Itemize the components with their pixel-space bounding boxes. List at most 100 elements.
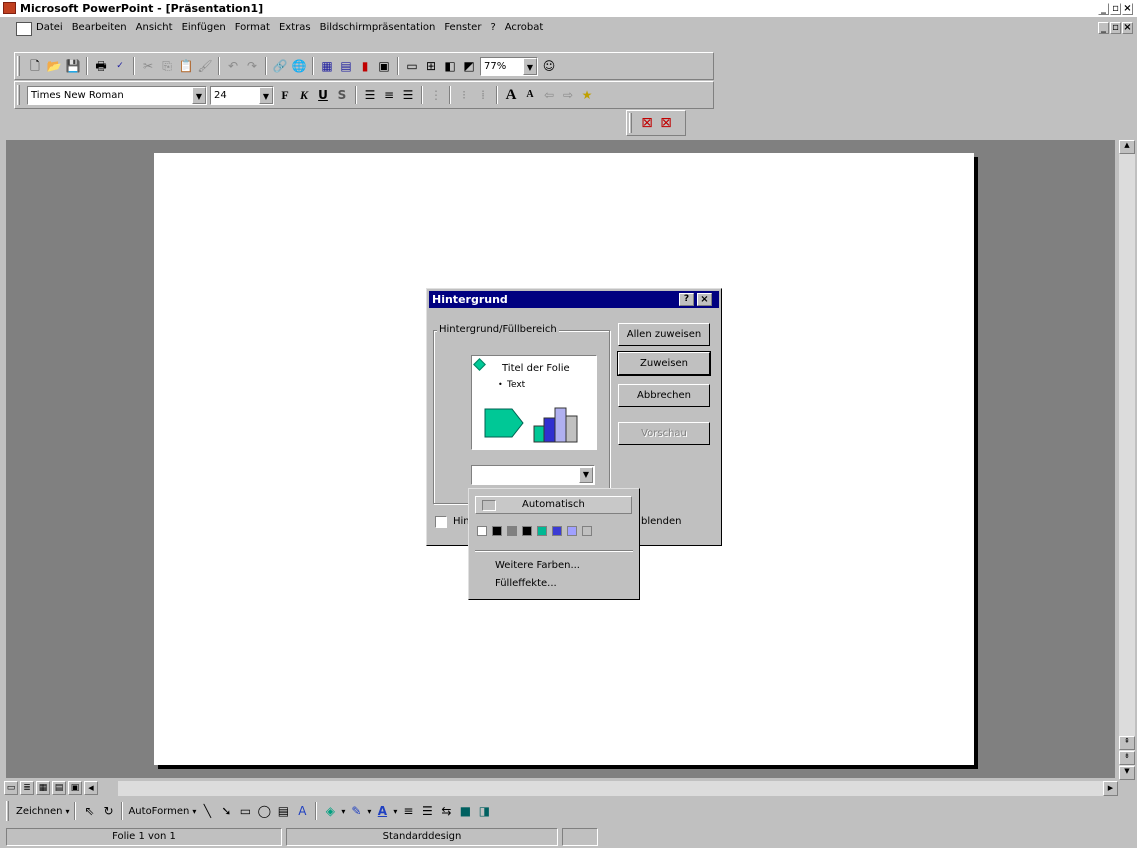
italic-button[interactable]: K bbox=[296, 87, 312, 103]
toolbar-handle[interactable] bbox=[6, 801, 9, 821]
expand-slide-icon[interactable]: ▭ bbox=[404, 58, 420, 74]
font-color-icon[interactable]: A bbox=[374, 803, 390, 819]
bullets-icon[interactable]: ⁝ bbox=[456, 87, 472, 103]
arrow-style-icon[interactable]: ⇆ bbox=[438, 803, 454, 819]
preview-button[interactable]: Vorschau bbox=[618, 422, 710, 445]
insert-table-icon[interactable]: ▦ bbox=[319, 58, 335, 74]
animation-effects-icon[interactable]: ★ bbox=[579, 87, 595, 103]
normal-view-icon[interactable]: ▭ bbox=[4, 781, 18, 795]
scroll-left-icon[interactable]: ◀ bbox=[84, 781, 98, 795]
copy-icon[interactable]: ⎘ bbox=[159, 58, 175, 74]
rectangle-tool-icon[interactable]: ▭ bbox=[237, 803, 253, 819]
decrease-font-icon[interactable]: A bbox=[522, 87, 538, 103]
wordart-icon[interactable]: A bbox=[294, 803, 310, 819]
doc-close-button[interactable]: × bbox=[1122, 22, 1133, 34]
align-right-icon[interactable]: ☰ bbox=[400, 87, 416, 103]
dash-style-icon[interactable]: ☰ bbox=[419, 803, 435, 819]
menu-datei[interactable]: Datei bbox=[36, 22, 63, 33]
help-button[interactable]: ? bbox=[679, 293, 694, 306]
open-folder-icon[interactable]: 📂 bbox=[46, 58, 62, 74]
3d-icon[interactable]: ◨ bbox=[476, 803, 492, 819]
chevron-down-icon[interactable]: ▼ bbox=[523, 57, 537, 75]
restore-button[interactable]: ▫ bbox=[1110, 3, 1121, 15]
vertical-scrollbar[interactable]: ▲ ⇞ ⇟ ▼ bbox=[1119, 140, 1135, 780]
outline-view-icon[interactable]: ≣ bbox=[20, 781, 34, 795]
color-swatch[interactable] bbox=[522, 526, 532, 536]
color-swatch[interactable] bbox=[567, 526, 577, 536]
chevron-down-icon[interactable]: ▼ bbox=[579, 467, 593, 483]
hide-master-graphics-checkbox[interactable] bbox=[435, 516, 447, 528]
chevron-down-icon[interactable]: ▼ bbox=[192, 86, 206, 104]
menu-format[interactable]: Format bbox=[235, 22, 270, 33]
chevron-down-icon[interactable]: ▾ bbox=[393, 807, 397, 816]
slide-view-icon[interactable]: ▦ bbox=[36, 781, 50, 795]
paste-icon[interactable]: 📋 bbox=[178, 58, 194, 74]
new-document-icon[interactable]: 🗋 bbox=[27, 58, 43, 74]
bold-button[interactable]: F bbox=[277, 87, 293, 103]
scroll-down-icon[interactable]: ▼ bbox=[1119, 766, 1135, 780]
line-style-icon[interactable]: ≡ bbox=[400, 803, 416, 819]
zoom-icon[interactable]: ◩ bbox=[461, 58, 477, 74]
color-swatch[interactable] bbox=[477, 526, 487, 536]
spacing-icon[interactable]: ⁞ bbox=[475, 87, 491, 103]
document-icon[interactable] bbox=[16, 22, 32, 36]
apply-all-button[interactable]: Allen zuweisen bbox=[618, 323, 710, 346]
menu-fenster[interactable]: Fenster bbox=[444, 22, 481, 33]
font-combo[interactable]: Times New Roman ▼ bbox=[27, 85, 207, 105]
pdf-email-icon[interactable]: ⊠ bbox=[658, 115, 674, 131]
increase-font-icon[interactable]: A bbox=[503, 87, 519, 103]
doc-minimize-button[interactable]: _ bbox=[1098, 22, 1109, 34]
fill-color-icon[interactable]: ◈ bbox=[322, 803, 338, 819]
spellcheck-icon[interactable]: ✓ bbox=[112, 58, 128, 74]
show-formatting-icon[interactable]: ⊞ bbox=[423, 58, 439, 74]
toolbar-handle[interactable] bbox=[17, 56, 20, 76]
toolbar-handle[interactable] bbox=[17, 85, 20, 105]
promote-icon[interactable]: ⇦ bbox=[541, 87, 557, 103]
print-icon[interactable]: 🖶 bbox=[93, 58, 109, 74]
select-pointer-icon[interactable]: ⇖ bbox=[81, 803, 97, 819]
close-button[interactable]: × bbox=[1122, 3, 1133, 15]
menu-acrobat[interactable]: Acrobat bbox=[505, 22, 544, 33]
scroll-up-icon[interactable]: ▲ bbox=[1119, 140, 1135, 154]
numbering-icon[interactable]: ⋮ bbox=[428, 87, 444, 103]
zoom-combo[interactable]: 77% ▼ bbox=[480, 56, 538, 76]
arrow-tool-icon[interactable]: ➘ bbox=[218, 803, 234, 819]
textbox-tool-icon[interactable]: ▤ bbox=[275, 803, 291, 819]
align-left-icon[interactable]: ☰ bbox=[362, 87, 378, 103]
scroll-right-icon[interactable]: ▶ bbox=[1103, 781, 1118, 796]
autoshapes-menu-button[interactable]: AutoFormen bbox=[128, 806, 189, 817]
chevron-down-icon[interactable]: ▼ bbox=[259, 86, 273, 104]
save-icon[interactable]: 💾 bbox=[65, 58, 81, 74]
new-slide-icon[interactable]: ▣ bbox=[376, 58, 392, 74]
next-slide-icon[interactable]: ⇟ bbox=[1119, 751, 1135, 765]
color-swatch[interactable] bbox=[537, 526, 547, 536]
color-swatch[interactable] bbox=[507, 526, 517, 536]
shadow-icon[interactable]: ■ bbox=[457, 803, 473, 819]
office-assistant-icon[interactable]: ☺ bbox=[541, 58, 557, 74]
undo-icon[interactable]: ↶ bbox=[225, 58, 241, 74]
insert-word-table-icon[interactable]: ▤ bbox=[338, 58, 354, 74]
line-color-icon[interactable]: ✎ bbox=[348, 803, 364, 819]
menu-einfuegen[interactable]: Einfügen bbox=[182, 22, 226, 33]
format-painter-icon[interactable]: 🖌 bbox=[197, 58, 213, 74]
powerpoint-app-icon[interactable] bbox=[3, 2, 16, 14]
color-swatch[interactable] bbox=[552, 526, 562, 536]
grayscale-icon[interactable]: ◧ bbox=[442, 58, 458, 74]
cancel-button[interactable]: Abbrechen bbox=[618, 384, 710, 407]
apply-button[interactable]: Zuweisen bbox=[617, 351, 711, 376]
ellipse-tool-icon[interactable]: ◯ bbox=[256, 803, 272, 819]
free-rotate-icon[interactable]: ↻ bbox=[100, 803, 116, 819]
slide-sorter-icon[interactable]: ▤ bbox=[52, 781, 66, 795]
font-size-combo[interactable]: 24 ▼ bbox=[210, 85, 274, 105]
menu-extras[interactable]: Extras bbox=[279, 22, 311, 33]
align-center-icon[interactable]: ≡ bbox=[381, 87, 397, 103]
redo-icon[interactable]: ↷ bbox=[244, 58, 260, 74]
minimize-button[interactable]: _ bbox=[1098, 3, 1109, 15]
fill-effects-option[interactable]: Fülleffekte... bbox=[495, 578, 557, 589]
line-tool-icon[interactable]: ╲ bbox=[199, 803, 215, 819]
more-colors-option[interactable]: Weitere Farben... bbox=[495, 560, 580, 571]
doc-restore-button[interactable]: ▫ bbox=[1110, 22, 1121, 34]
menu-bildschirmpraesentation[interactable]: Bildschirmpräsentation bbox=[320, 22, 436, 33]
cut-icon[interactable]: ✂ bbox=[140, 58, 156, 74]
menu-help[interactable]: ? bbox=[490, 22, 495, 33]
